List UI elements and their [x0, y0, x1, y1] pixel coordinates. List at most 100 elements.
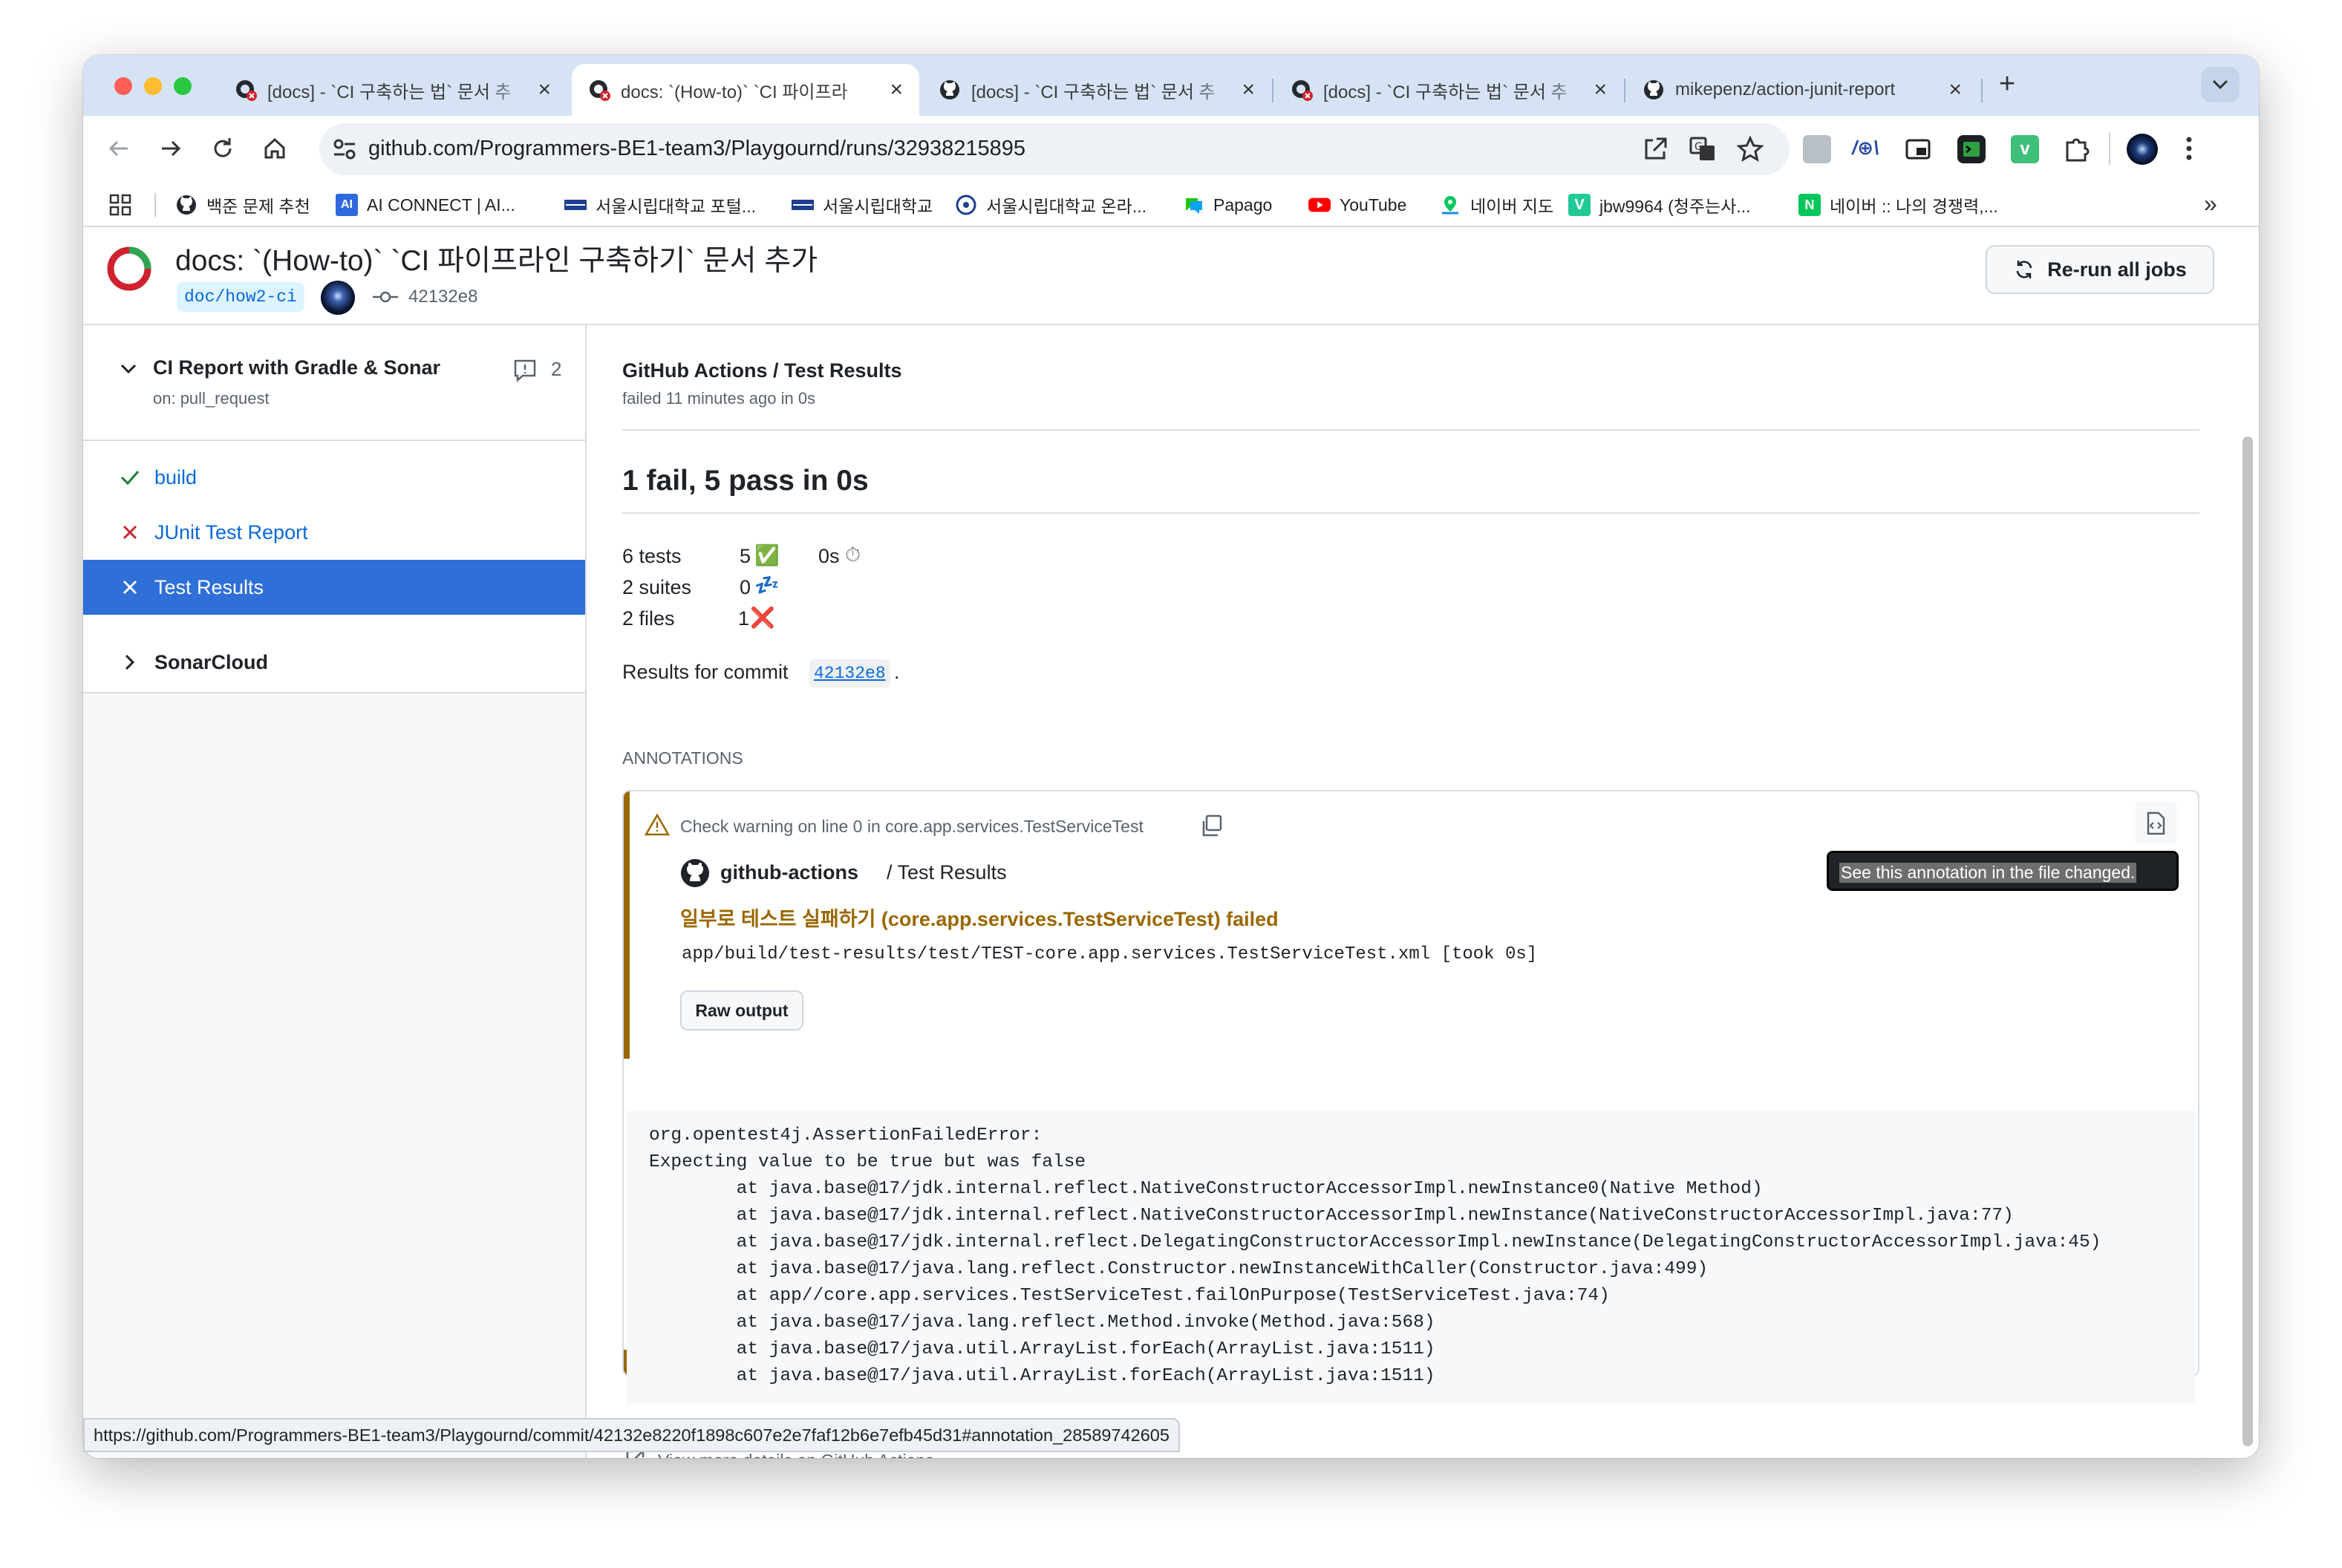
stat-skipped: 0 [740, 576, 751, 598]
tab-search-button[interactable] [2201, 67, 2240, 102]
bookmark-item-1[interactable]: AI AI CONNECT | AI... [336, 192, 515, 218]
extension-velog-icon[interactable]: v [2011, 135, 2039, 163]
pass-emoji-icon: ✅ [754, 544, 780, 566]
open-in-app-icon[interactable] [1641, 135, 1669, 163]
address-bar[interactable]: github.com/Programmers-BE1-team3/Playgou… [319, 123, 1790, 175]
back-arrow-icon [108, 140, 128, 157]
apps-grid-icon[interactable] [108, 193, 132, 217]
status-url: https://github.com/Programmers-BE1-team3… [94, 1425, 1170, 1445]
browser-toolbar: github.com/Programmers-BE1-team3/Playgou… [83, 116, 2259, 183]
sidebar-item-sonarcloud[interactable]: SonarCloud [83, 633, 585, 692]
rerun-label: Re-run all jobs [2047, 258, 2187, 281]
bookmark-item-6[interactable]: YouTube [1308, 192, 1406, 218]
bookmark-item-0[interactable]: 백준 문제 추천 [175, 192, 310, 218]
uos-icon [564, 194, 587, 216]
heading-underline [622, 512, 2199, 514]
new-tab-button[interactable]: + [1999, 68, 2015, 100]
tab-3[interactable]: [docs] - `CI 구축하는 법` 문서 추 × [1274, 64, 1623, 116]
toolbar-divider [2109, 132, 2110, 165]
stack-trace-output: org.opentest4j.AssertionFailedError: Exp… [627, 1111, 2195, 1405]
results-commit-link[interactable]: 42132e8 [809, 659, 890, 687]
sidebar-item-test-results[interactable]: Test Results [83, 560, 585, 615]
extension-terminal-icon[interactable] [1957, 135, 1986, 163]
page-scrollbar-thumb[interactable] [2242, 437, 2253, 1446]
sync-icon [2016, 261, 2032, 278]
chevron-right-icon [125, 654, 135, 670]
extension-ai-icon[interactable]: /⊕\ [1852, 137, 1879, 160]
bookmark-item-2[interactable]: 서울시립대학교 포털... [564, 192, 756, 218]
bookmark-item-7[interactable]: 네이버 지도 [1439, 192, 1553, 218]
sonar-label: SonarCloud [154, 650, 268, 673]
home-icon [264, 137, 285, 159]
forward-button[interactable] [154, 132, 187, 165]
bookmark-item-3[interactable]: 서울시립대학교 [792, 192, 933, 218]
tab-0[interactable]: [docs] - `CI 구축하는 법` 문서 추 × [218, 64, 567, 116]
menu-button[interactable] [2182, 132, 2196, 165]
author-avatar[interactable] [321, 281, 355, 315]
branch-badge[interactable]: doc/how2-ci [177, 282, 304, 312]
bookmark-item-5[interactable]: Papago [1182, 192, 1272, 218]
tab-close-icon[interactable]: × [1594, 77, 1607, 102]
bookmark-item-9[interactable]: N 네이버 :: 나의 경쟁력,... [1798, 192, 1998, 218]
comment-count: 2 [551, 358, 562, 380]
annotations-label: ANNOTATIONS [622, 748, 743, 768]
github-fail-icon [235, 79, 257, 101]
stack-trace-line: at app//core.app.services.TestServiceTes… [649, 1286, 1610, 1306]
bookmark-item-4[interactable]: 서울시립대학교 온라... [955, 192, 1146, 218]
sidebar: CI Report with Gradle & Sonar on: pull_r… [83, 325, 587, 1458]
annotation-title: 일부로 테스트 실패하기 (core.app.services.TestServ… [680, 908, 1279, 930]
bookmark-label: 네이버 지도 [1470, 197, 1554, 216]
rerun-all-jobs-button[interactable]: Re-run all jobs [1986, 245, 2214, 294]
url-text[interactable]: github.com/Programmers-BE1-team3/Playgou… [368, 137, 1025, 161]
bookmark-label: 백준 문제 추천 [206, 197, 310, 216]
chevron-down-icon [120, 364, 137, 374]
tab-strip: [docs] - `CI 구축하는 법` 문서 추 × docs: `(How-… [83, 55, 2259, 116]
content-divider [622, 429, 2199, 431]
more-bookmarks-button[interactable]: » [2204, 190, 2217, 218]
bookmark-label: jbw9964 (청주는사... [1599, 197, 1751, 216]
bookmark-item-8[interactable]: V jbw9964 (청주는사... [1568, 192, 1751, 218]
stack-trace-line: at java.base@17/jdk.internal.reflect.Nat… [649, 1179, 1763, 1199]
extension-avatar-icon[interactable] [1803, 135, 1831, 163]
tab-title: mikepenz/action-junit-report [1675, 79, 1896, 99]
file-code-icon [2147, 811, 2165, 835]
sidebar-item-junit-test-report[interactable]: JUnit Test Report [83, 505, 585, 560]
reload-button[interactable] [206, 132, 239, 165]
tab-close-icon[interactable]: × [1242, 77, 1255, 102]
workflow-status-icon [105, 245, 153, 293]
tab-close-icon[interactable]: × [538, 77, 551, 102]
bookmark-label: 네이버 :: 나의 경쟁력,... [1830, 197, 1998, 216]
site-settings-icon[interactable] [333, 138, 356, 160]
github-page: docs: `(How-to)` `CI 파이프라인 구축하기` 문서 추가 d… [83, 229, 2259, 1458]
skip-emoji-icon: 💤 [754, 574, 780, 596]
workflow-header[interactable]: CI Report with Gradle & Sonar on: pull_r… [83, 325, 585, 441]
commit-sha[interactable]: 42132e8 [408, 287, 477, 307]
picture-in-picture-icon[interactable] [1904, 135, 1932, 163]
sidebar-item-label: build [154, 466, 198, 489]
browser-window: [docs] - `CI 구축하는 법` 문서 추 × docs: `(How-… [83, 55, 2259, 1458]
tab-separator [1272, 79, 1273, 102]
annotation-author[interactable]: github-actions [720, 861, 858, 884]
zoom-window-button[interactable] [174, 77, 192, 95]
translate-icon[interactable]: G [1689, 135, 1717, 163]
tab-2[interactable]: [docs] - `CI 구축하는 법` 문서 추 × [922, 64, 1271, 116]
svg-text:G: G [1694, 141, 1703, 153]
extensions-puzzle-icon[interactable] [2061, 134, 2091, 163]
tab-title: [docs] - `CI 구축하는 법` 문서 추 [1323, 82, 1568, 102]
tab-separator [1624, 79, 1625, 102]
profile-avatar[interactable] [2127, 134, 2158, 165]
home-button[interactable] [258, 132, 291, 165]
tab-1-active[interactable]: docs: `(How-to)` `CI 파이프라 × [572, 64, 919, 116]
bookmark-star-icon[interactable] [1736, 135, 1764, 163]
tab-4[interactable]: mikepenz/action-junit-report × [1626, 64, 1978, 116]
tab-close-icon[interactable]: × [1948, 77, 1962, 102]
tab-close-icon[interactable]: × [890, 77, 903, 102]
view-file-button[interactable] [2134, 802, 2177, 845]
back-button[interactable] [102, 132, 135, 165]
warning-stripe [624, 791, 630, 1059]
annotation-path: app/build/test-results/test/TEST-core.ap… [682, 944, 1538, 964]
raw-output-button[interactable]: Raw output [680, 990, 803, 1030]
close-window-button[interactable] [114, 77, 132, 95]
sidebar-item-build[interactable]: build [83, 450, 585, 505]
minimize-window-button[interactable] [144, 77, 162, 95]
